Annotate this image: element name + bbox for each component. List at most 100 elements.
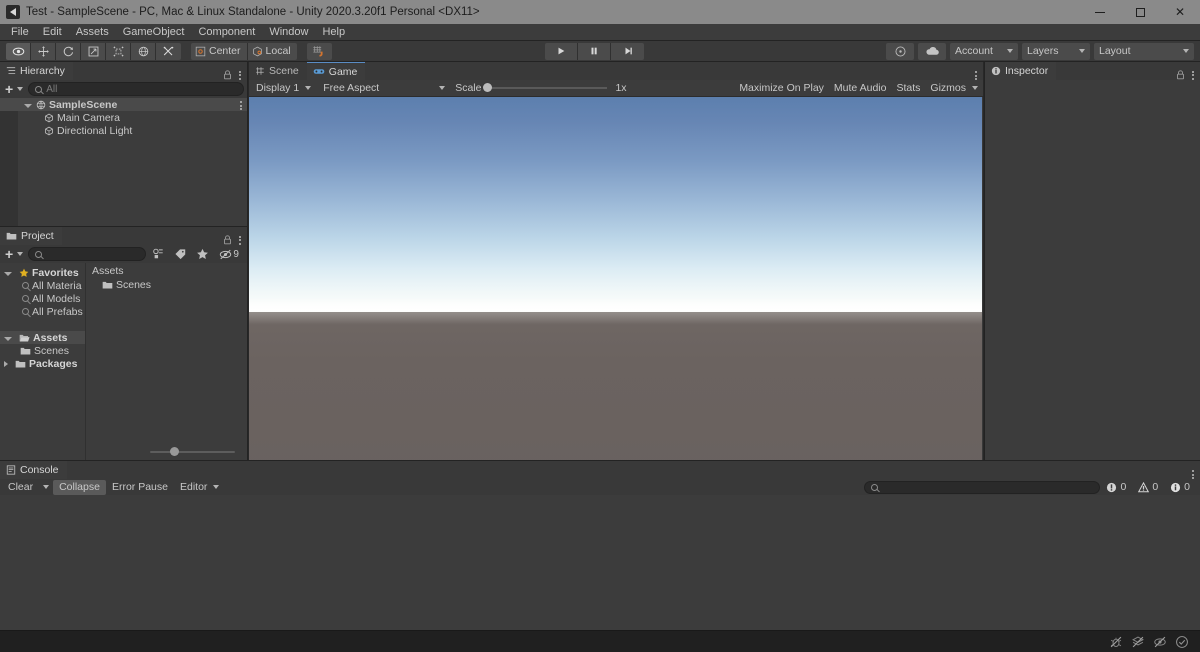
tree-row-scenes[interactable]: Scenes [0, 344, 85, 357]
zoom-slider-handle[interactable] [170, 447, 179, 456]
move-tool-button[interactable] [31, 42, 56, 60]
game-render-canvas[interactable] [249, 97, 982, 477]
maximize-button[interactable] [1120, 0, 1160, 24]
hierarchy-menu-icon[interactable] [239, 70, 241, 80]
zoom-slider-track[interactable] [150, 447, 235, 456]
collapse-button[interactable]: Collapse [53, 479, 106, 495]
hidden-packages-indicator[interactable]: 9 [215, 247, 243, 262]
project-tree: Favorites All Materia All Models All Pre… [0, 263, 86, 461]
hierarchy-row-main-camera[interactable]: Main Camera [0, 111, 247, 124]
asset-item-scenes[interactable]: Scenes [86, 278, 247, 292]
menu-edit[interactable]: Edit [36, 24, 69, 41]
tab-scene[interactable]: Scene [249, 62, 307, 80]
tab-hierarchy[interactable]: Hierarchy [0, 62, 73, 80]
lock-icon[interactable] [1176, 70, 1185, 80]
tree-row-all-prefabs[interactable]: All Prefabs [0, 305, 85, 318]
hierarchy-search-input[interactable]: All [28, 82, 244, 96]
scale-slider-handle[interactable] [483, 83, 493, 92]
menu-window[interactable]: Window [262, 24, 315, 41]
mute-audio-button[interactable]: Mute Audio [829, 81, 892, 96]
tab-inspector[interactable]: Inspector [985, 62, 1057, 80]
chevron-down-icon[interactable] [24, 103, 32, 108]
hand-tool-button[interactable] [6, 42, 31, 60]
scale-slider-track[interactable] [483, 83, 608, 92]
stats-button[interactable]: Stats [891, 81, 925, 96]
create-asset-button[interactable]: + [3, 247, 25, 261]
tab-project[interactable]: Project [0, 227, 62, 245]
menu-assets[interactable]: Assets [69, 24, 116, 41]
tree-row-assets[interactable]: Assets [0, 331, 85, 344]
step-button[interactable] [611, 42, 644, 60]
transform-tool-button[interactable] [131, 42, 156, 60]
play-button[interactable] [545, 42, 578, 60]
pivot-mode-button[interactable]: Center [191, 42, 248, 60]
tree-row-favorites[interactable]: Favorites [0, 266, 85, 279]
hidden-count-label: 9 [233, 248, 239, 260]
aspect-dropdown[interactable]: Free Aspect [319, 81, 449, 96]
chevron-down-icon[interactable] [4, 271, 12, 276]
inspector-menu-icon[interactable] [1192, 70, 1194, 80]
inspector-panel: Inspector [984, 62, 1200, 460]
account-dropdown[interactable]: Account [950, 42, 1018, 60]
editor-dropdown-button[interactable]: Editor [174, 480, 225, 495]
tree-row-packages[interactable]: Packages [0, 357, 85, 370]
pause-button[interactable] [578, 42, 611, 60]
gizmos-button[interactable]: Gizmos [925, 81, 983, 96]
cloud-icon[interactable] [918, 42, 946, 60]
error-pause-button[interactable]: Error Pause [106, 480, 174, 495]
close-icon[interactable]: ✕ [1160, 0, 1200, 24]
gameobject-icon [45, 126, 53, 135]
filter-by-type-icon[interactable] [149, 247, 168, 262]
tab-game[interactable]: Game [306, 62, 366, 80]
info-count[interactable]: 0 [1164, 480, 1196, 495]
hierarchy-row-samplescene[interactable]: SampleScene [0, 98, 247, 111]
scale-tool-button[interactable] [81, 42, 106, 60]
lock-icon[interactable] [223, 70, 232, 80]
status-bar [0, 630, 1200, 652]
pivot-rotation-button[interactable]: Local [247, 42, 297, 60]
check-circle-icon[interactable] [1174, 634, 1190, 650]
hierarchy-row-directional-light[interactable]: Directional Light [0, 124, 247, 137]
rotate-tool-button[interactable] [56, 42, 81, 60]
tree-row-all-models[interactable]: All Models [0, 292, 85, 305]
scale-slider[interactable]: Scale 1x [455, 82, 626, 94]
clear-button[interactable]: Clear [2, 480, 39, 495]
filter-by-label-icon[interactable] [171, 247, 190, 262]
menu-gameobject[interactable]: GameObject [116, 24, 192, 41]
console-search-input[interactable] [864, 480, 1101, 494]
clear-dropdown-button[interactable] [39, 480, 53, 495]
bug-off-icon[interactable] [1108, 634, 1124, 650]
menu-help[interactable]: Help [315, 24, 352, 41]
favorites-star-icon[interactable] [193, 247, 212, 262]
console-menu-icon[interactable] [1192, 470, 1194, 479]
error-count[interactable]: 0 [1100, 480, 1132, 495]
project-menu-icon[interactable] [239, 235, 241, 245]
console-log-list[interactable] [0, 495, 1200, 648]
display-dropdown[interactable]: Display 1 [252, 81, 315, 96]
menu-component[interactable]: Component [191, 24, 262, 41]
layout-dropdown[interactable]: Layout [1094, 42, 1194, 60]
maximize-on-play-button[interactable]: Maximize On Play [734, 81, 829, 96]
clear-label: Clear [8, 481, 34, 493]
custom-tool-button[interactable] [156, 42, 181, 60]
collab-icon[interactable] [886, 42, 914, 60]
tree-row-all-materials[interactable]: All Materia [0, 279, 85, 292]
menu-file[interactable]: File [4, 24, 36, 41]
asset-zoom-slider[interactable] [86, 445, 247, 459]
game-view-menu-icon[interactable] [975, 71, 977, 80]
minimize-button[interactable] [1080, 0, 1120, 24]
folder-icon [6, 232, 17, 240]
warning-count[interactable]: 0 [1132, 480, 1164, 495]
layers-dropdown[interactable]: Layers [1022, 42, 1090, 60]
chevron-right-icon[interactable] [4, 360, 8, 367]
lock-icon[interactable] [223, 235, 232, 245]
scene-context-menu-icon[interactable] [240, 101, 242, 110]
grid-snap-icon[interactable] [306, 42, 332, 60]
chevron-down-icon[interactable] [4, 336, 12, 341]
rect-tool-button[interactable] [106, 42, 131, 60]
layers-off-icon[interactable] [1130, 634, 1146, 650]
add-gameobject-button[interactable]: + [3, 82, 25, 96]
eye-off-icon[interactable] [1152, 634, 1168, 650]
project-search-input[interactable] [28, 247, 147, 261]
tab-console[interactable]: Console [0, 461, 67, 479]
